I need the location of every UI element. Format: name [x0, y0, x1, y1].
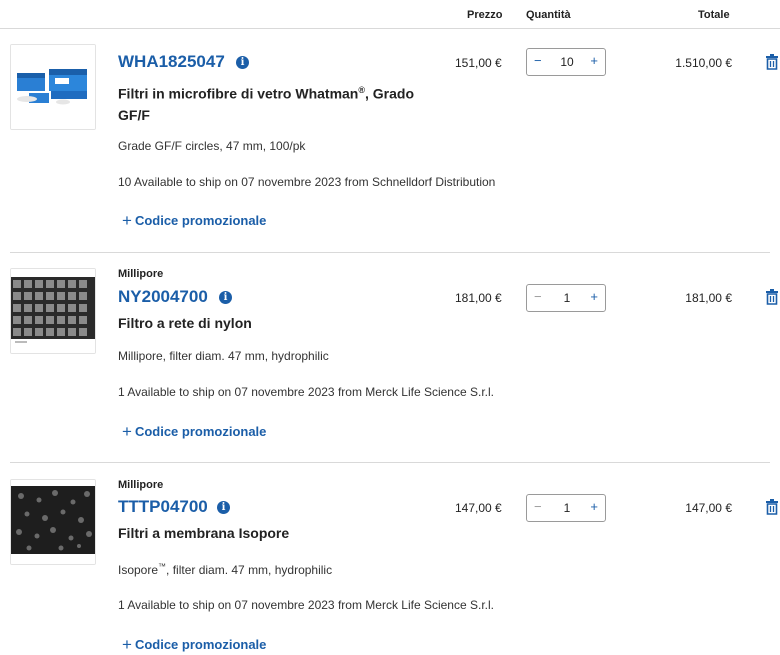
promo-code-link[interactable]: + Codice promozionale	[122, 634, 266, 654]
membrane-micrograph-image	[11, 480, 95, 564]
product-image[interactable]	[10, 479, 96, 565]
product-sku-link[interactable]: TTTP04700	[118, 497, 208, 517]
cart-table-header: Prezzo Quantità Totale	[0, 0, 780, 29]
quantity-value[interactable]: 1	[553, 291, 581, 305]
trademark-mark: ™	[158, 562, 167, 571]
quantity-value[interactable]: 1	[553, 501, 581, 515]
quantity-stepper[interactable]: − 1 +	[526, 284, 606, 312]
plus-icon[interactable]: +	[590, 289, 598, 304]
quantity-value[interactable]: 10	[553, 55, 581, 69]
registered-mark: ®	[358, 85, 365, 95]
product-image[interactable]	[10, 44, 96, 130]
item-divider	[10, 462, 770, 463]
plus-icon[interactable]: +	[590, 499, 598, 514]
availability-text: 10 Available to ship on 07 novembre 2023…	[118, 175, 496, 189]
quantity-column-header: Quantità	[526, 9, 571, 21]
product-sku-link[interactable]: WHA1825047	[118, 52, 225, 72]
minus-icon[interactable]: −	[534, 289, 542, 304]
product-image[interactable]	[10, 268, 96, 354]
unit-price: 151,00 €	[455, 56, 502, 70]
plus-icon[interactable]: +	[590, 53, 598, 68]
product-title[interactable]: Filtri in microfibre di vetro Whatman®, …	[118, 80, 448, 126]
product-brand: Millipore	[118, 268, 164, 280]
plus-icon: +	[122, 422, 132, 441]
product-title[interactable]: Filtro a rete di nylon	[118, 313, 448, 334]
product-description-text: Isopore	[118, 563, 159, 577]
quantity-stepper[interactable]: − 1 +	[526, 494, 606, 522]
info-icon[interactable]: i	[236, 56, 249, 69]
info-icon[interactable]: i	[217, 501, 230, 514]
product-description-rest: , filter diam. 47 mm, hydrophilic	[166, 563, 333, 577]
promo-code-label: Codice promozionale	[134, 424, 267, 439]
trash-icon[interactable]	[765, 54, 779, 70]
product-description: Grade GF/F circles, 47 mm, 100/pk	[118, 139, 306, 153]
line-total: 1.510,00 €	[675, 56, 732, 70]
promo-code-label: Codice promozionale	[134, 213, 267, 228]
minus-icon[interactable]: −	[534, 53, 542, 68]
product-title-text: Filtro a rete di nylon	[118, 315, 252, 331]
plus-icon: +	[122, 635, 132, 654]
line-total: 147,00 €	[685, 501, 732, 515]
item-divider	[10, 252, 770, 253]
promo-code-label: Codice promozionale	[134, 637, 267, 652]
product-description: Millipore, filter diam. 47 mm, hydrophil…	[118, 349, 329, 363]
availability-text: 1 Available to ship on 07 novembre 2023 …	[118, 598, 494, 612]
product-brand: Millipore	[118, 479, 164, 491]
info-icon[interactable]: i	[219, 291, 232, 304]
unit-price: 181,00 €	[455, 291, 502, 305]
minus-icon[interactable]: −	[534, 499, 542, 514]
product-title[interactable]: Filtri a membrana Isopore	[118, 523, 448, 544]
promo-code-link[interactable]: + Codice promozionale	[122, 210, 266, 230]
product-sku-link[interactable]: NY2004700	[118, 287, 208, 307]
total-column-header: Totale	[698, 9, 730, 21]
trash-icon[interactable]	[765, 499, 779, 515]
plus-icon: +	[122, 211, 132, 230]
unit-price: 147,00 €	[455, 501, 502, 515]
promo-code-link[interactable]: + Codice promozionale	[122, 421, 266, 441]
trash-icon[interactable]	[765, 289, 779, 305]
nylon-mesh-image	[11, 269, 95, 353]
quantity-stepper[interactable]: − 10 +	[526, 48, 606, 76]
price-column-header: Prezzo	[467, 9, 503, 21]
product-title-text: Filtri a membrana Isopore	[118, 525, 290, 541]
line-total: 181,00 €	[685, 291, 732, 305]
product-description: Isopore™, filter diam. 47 mm, hydrophili…	[118, 562, 332, 577]
product-title-text: Filtri in microfibre di vetro Whatman	[118, 85, 359, 102]
blue-filter-box-image	[11, 45, 95, 129]
availability-text: 1 Available to ship on 07 novembre 2023 …	[118, 385, 494, 399]
